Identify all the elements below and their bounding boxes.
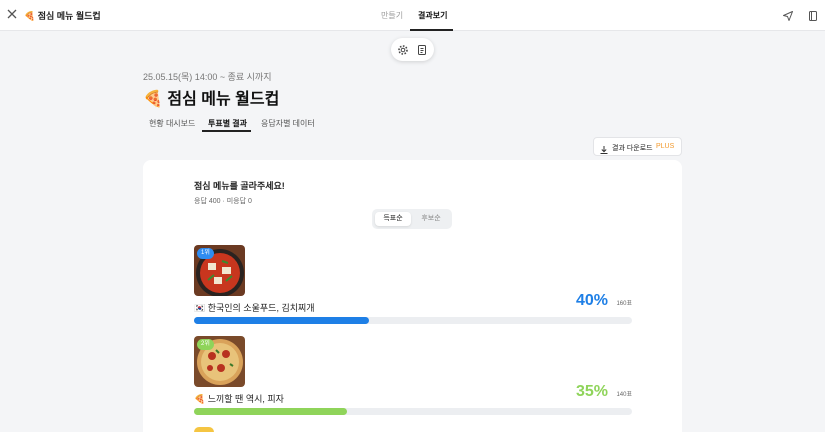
vote-count: 160표 xyxy=(616,301,632,307)
download-label: 결과 다운로드 xyxy=(612,145,653,152)
rank-badge-partial xyxy=(194,427,214,432)
rank-badge: 2위 xyxy=(197,339,214,350)
vote-bar-track xyxy=(194,317,632,324)
question-result-card: 점심 메뉴를 골라주세요! 응답 400 · 미응답 0 득표순 후보순 1위 … xyxy=(143,160,682,432)
book-icon[interactable] xyxy=(807,9,819,21)
rank-badge: 1위 xyxy=(197,248,214,259)
candidate-label: 🍕 느끼할 땐 역시, 피자 xyxy=(194,394,284,404)
app-title: 🍕 점심 메뉴 월드컵 xyxy=(24,11,101,21)
top-bar: 🍕 점심 메뉴 월드컵 만들기 결과보기 xyxy=(0,0,825,31)
send-icon[interactable] xyxy=(782,9,794,21)
result-item: 1위 🇰🇷 한국인의 소울푸드, 김치찌개 40% 160표 xyxy=(194,245,632,325)
gear-icon[interactable] xyxy=(397,43,409,55)
download-results-button[interactable]: 결과 다운로드 PLUS xyxy=(593,137,682,156)
tab-underline xyxy=(410,29,453,31)
response-stats: 응답 400 · 미응답 0 xyxy=(194,198,252,205)
floating-toolbar xyxy=(391,38,434,61)
tab-create[interactable]: 만들기 xyxy=(381,10,403,21)
survey-date-range: 25.05.15(목) 14:00 ~ 종료 시까지 xyxy=(143,72,272,82)
page-title: 🍕 점심 메뉴 월드컵 xyxy=(143,91,280,108)
vote-percent: 40% xyxy=(575,292,608,309)
sort-by-candidate[interactable]: 후보순 xyxy=(413,212,449,226)
vote-percent: 35% xyxy=(575,383,608,400)
subtab-vote-results[interactable]: 투표별 결과 xyxy=(208,118,247,129)
subtab-dashboard[interactable]: 현황 대시보드 xyxy=(149,118,195,129)
plus-badge: PLUS xyxy=(656,143,675,150)
close-icon[interactable] xyxy=(6,8,20,22)
subtab-respondent-data[interactable]: 응답자별 데이터 xyxy=(261,118,315,129)
result-item: 2위 🍕 느끼할 땐 역시, 피자 35% 140표 xyxy=(194,336,632,416)
vote-bar-fill xyxy=(194,408,348,415)
vote-bar-track xyxy=(194,408,632,415)
question-title: 점심 메뉴를 골라주세요! xyxy=(194,181,285,191)
document-icon[interactable] xyxy=(416,43,428,55)
download-icon xyxy=(599,142,609,154)
vote-count: 140표 xyxy=(616,392,632,398)
sort-toggle: 득표순 후보순 xyxy=(372,209,452,229)
vote-bar-fill xyxy=(194,317,370,324)
sort-by-votes[interactable]: 득표순 xyxy=(375,212,411,226)
subtab-underline xyxy=(202,130,251,132)
candidate-label: 🇰🇷 한국인의 소울푸드, 김치찌개 xyxy=(194,303,315,313)
tab-results[interactable]: 결과보기 xyxy=(418,10,447,21)
